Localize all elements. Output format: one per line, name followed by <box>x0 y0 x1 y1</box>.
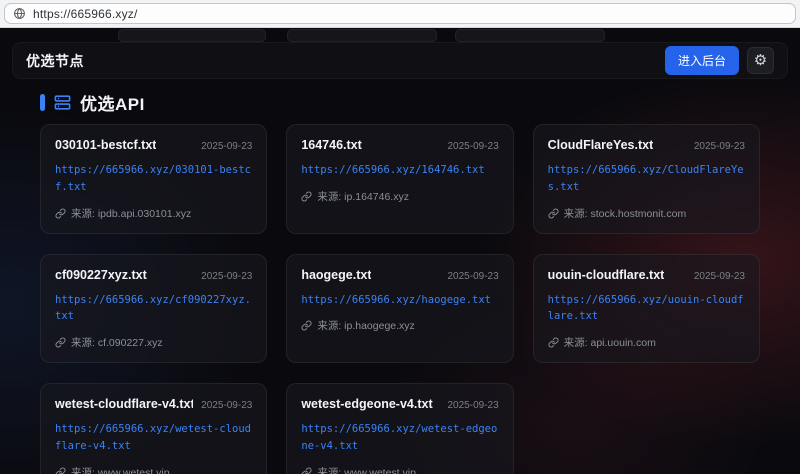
page-content: 优选节点 进入后台 ⚙ 优选API 030101-bestcf.txt 2025… <box>0 28 800 474</box>
card-date: 2025-09-23 <box>201 400 252 411</box>
header-actions: 进入后台 ⚙ <box>665 46 774 75</box>
api-card: wetest-cloudflare-v4.txt 2025-09-23 http… <box>40 383 267 474</box>
api-card: haogege.txt 2025-09-23 https://665966.xy… <box>286 254 513 364</box>
link-icon <box>548 337 559 348</box>
card-title: 030101-bestcf.txt <box>55 138 156 152</box>
card-title: uouin-cloudflare.txt <box>548 268 665 282</box>
card-link[interactable]: https://665966.xyz/CloudFlareYes.txt <box>548 162 745 196</box>
card-source: 来源: www.wetest.vip <box>71 465 170 474</box>
card-link[interactable]: https://665966.xyz/164746.txt <box>301 162 498 179</box>
card-title: cf090227xyz.txt <box>55 268 147 282</box>
gear-icon: ⚙ <box>754 53 767 68</box>
card-link[interactable]: https://665966.xyz/wetest-edgeone-v4.txt <box>301 421 498 455</box>
page-title: 优选节点 <box>26 51 84 71</box>
card-title: 164746.txt <box>301 138 361 152</box>
card-link[interactable]: https://665966.xyz/uouin-cloudflare.txt <box>548 292 745 326</box>
settings-button[interactable]: ⚙ <box>747 47 774 74</box>
link-icon <box>55 337 66 348</box>
card-date: 2025-09-23 <box>694 141 745 152</box>
admin-button[interactable]: 进入后台 <box>665 46 739 75</box>
accent-bar <box>40 94 45 111</box>
link-icon <box>301 191 312 202</box>
card-source: 来源: www.wetest.vip <box>317 465 416 474</box>
link-icon <box>301 320 312 331</box>
link-icon <box>301 467 312 474</box>
section-head: 优选API <box>40 90 145 115</box>
card-date: 2025-09-23 <box>448 141 499 152</box>
api-card: CloudFlareYes.txt 2025-09-23 https://665… <box>533 124 760 234</box>
card-source: 来源: cf.090227.xyz <box>71 335 163 350</box>
api-card: cf090227xyz.txt 2025-09-23 https://66596… <box>40 254 267 364</box>
url-text[interactable]: https://665966.xyz/ <box>33 7 138 21</box>
card-source: 来源: ip.164746.xyz <box>317 189 409 204</box>
card-title: haogege.txt <box>301 268 371 282</box>
card-date: 2025-09-23 <box>694 271 745 282</box>
link-icon <box>55 208 66 219</box>
card-link[interactable]: https://665966.xyz/cf090227xyz.txt <box>55 292 252 326</box>
link-icon <box>55 467 66 474</box>
section-title: 优选API <box>80 90 145 115</box>
api-card: 030101-bestcf.txt 2025-09-23 https://665… <box>40 124 267 234</box>
card-title: wetest-cloudflare-v4.txt <box>55 397 193 411</box>
card-title: CloudFlareYes.txt <box>548 138 654 152</box>
browser-bar: https://665966.xyz/ <box>0 0 800 28</box>
cutoff-card-stub <box>287 29 437 42</box>
site-info-icon[interactable] <box>13 7 26 20</box>
card-title: wetest-edgeone-v4.txt <box>301 397 432 411</box>
api-card-grid: 030101-bestcf.txt 2025-09-23 https://665… <box>40 124 760 474</box>
api-card: 164746.txt 2025-09-23 https://665966.xyz… <box>286 124 513 234</box>
link-icon <box>548 208 559 219</box>
page-header: 优选节点 进入后台 ⚙ <box>12 42 788 79</box>
card-link[interactable]: https://665966.xyz/wetest-cloudflare-v4.… <box>55 421 252 455</box>
card-link[interactable]: https://665966.xyz/haogege.txt <box>301 292 498 309</box>
card-date: 2025-09-23 <box>201 141 252 152</box>
api-card: uouin-cloudflare.txt 2025-09-23 https://… <box>533 254 760 364</box>
card-link[interactable]: https://665966.xyz/030101-bestcf.txt <box>55 162 252 196</box>
card-source: 来源: api.uouin.com <box>564 335 656 350</box>
cutoff-card-stub <box>455 29 605 42</box>
cutoff-card-stub <box>118 29 266 42</box>
card-source: 来源: ip.haogege.xyz <box>317 318 414 333</box>
api-card: wetest-edgeone-v4.txt 2025-09-23 https:/… <box>286 383 513 474</box>
server-stack-icon <box>53 93 72 112</box>
card-date: 2025-09-23 <box>448 271 499 282</box>
card-date: 2025-09-23 <box>201 271 252 282</box>
url-bar[interactable]: https://665966.xyz/ <box>4 3 796 24</box>
card-source: 来源: ipdb.api.030101.xyz <box>71 206 191 221</box>
card-source: 来源: stock.hostmonit.com <box>564 206 687 221</box>
card-date: 2025-09-23 <box>448 400 499 411</box>
